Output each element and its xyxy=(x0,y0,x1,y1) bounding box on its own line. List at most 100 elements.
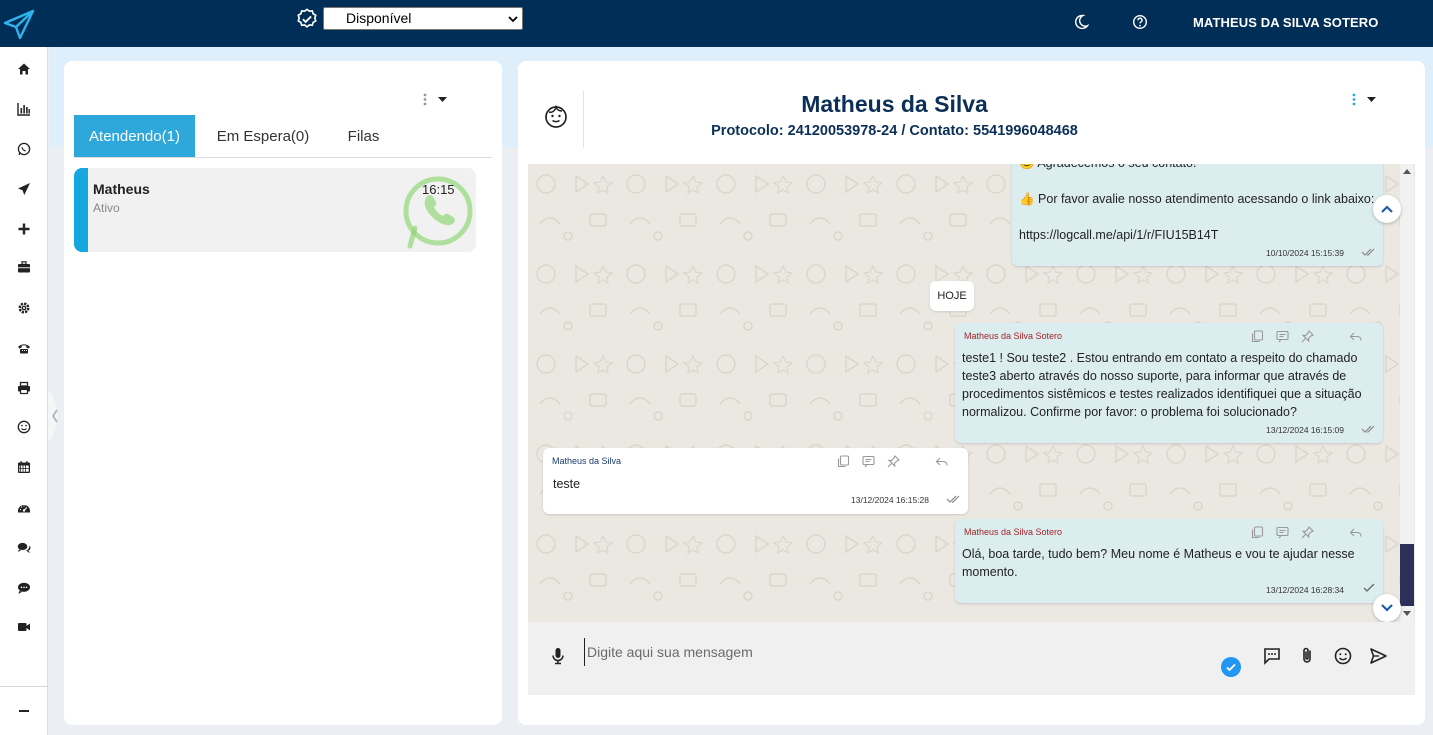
double-check-icon xyxy=(1361,425,1375,433)
sidebar-item-reports[interactable] xyxy=(14,99,34,119)
briefcase-icon xyxy=(18,261,30,273)
scroll-up-arrow-icon[interactable] xyxy=(1403,169,1411,174)
message-input[interactable] xyxy=(584,638,1204,666)
chat-contact-name: Matheus xyxy=(93,181,150,197)
message-timestamp: 13/12/2024 16:15:28 xyxy=(851,495,929,505)
message-timestamp: 13/12/2024 16:28:34 xyxy=(1266,585,1344,595)
message-scrollbar[interactable] xyxy=(1400,164,1414,622)
status-select[interactable]: Disponível xyxy=(323,7,523,30)
panel-collapse-chevron-icon[interactable] xyxy=(48,390,62,442)
message-bubble-outgoing[interactable]: 😊 Agradecemos o seu contato! 👍 Por favor… xyxy=(1012,164,1383,266)
sidebar-item-emoji[interactable] xyxy=(14,417,34,437)
copy-icon[interactable] xyxy=(837,455,850,468)
message-sender: Matheus da Silva Sotero xyxy=(964,527,1063,537)
sidebar-item-phone[interactable] xyxy=(14,338,34,358)
chat-options-menu-icon[interactable] xyxy=(1348,92,1378,108)
user-name[interactable]: MATHEUS DA SILVA SOTERO xyxy=(1193,15,1379,30)
message-bubble-incoming[interactable]: Matheus da Silva teste 13/12/2024 16:15:… xyxy=(543,448,968,514)
tab-atendendo[interactable]: Atendendo(1) xyxy=(74,115,195,157)
comments-icon xyxy=(17,542,31,553)
top-bar: Disponível MATHEUS DA SILVA SOTERO xyxy=(0,0,1433,47)
message-composer xyxy=(528,622,1415,695)
copy-icon[interactable] xyxy=(1251,526,1264,539)
sidebar-item-send[interactable] xyxy=(14,179,34,199)
paper-plane-logo-icon[interactable] xyxy=(3,8,35,40)
message-line: Olá, boa tarde, tudo bem? Meu nome é Mat… xyxy=(962,547,1355,561)
chevron-down-icon xyxy=(508,16,518,23)
quick-reply-icon[interactable] xyxy=(1262,646,1282,666)
scroll-down-arrow-icon[interactable] xyxy=(1403,611,1411,616)
sidebar-item-whatsapp[interactable] xyxy=(14,139,34,159)
message-link[interactable]: https://logcall.me/api/1/r/FIU15B14T xyxy=(1019,226,1218,244)
sidebar-divider xyxy=(0,686,48,687)
message-bubble-outgoing[interactable]: Matheus da Silva Sotero Olá, boa tarde, … xyxy=(955,519,1383,603)
double-check-icon xyxy=(946,495,960,503)
chat-status: Ativo xyxy=(93,201,120,215)
message-line: procedimentos sistêmicos e testes realiz… xyxy=(962,387,1362,401)
protocol-info: Protocolo: 24120053978-24 / Contato: 554… xyxy=(711,123,1078,139)
sidebar-item-add[interactable] xyxy=(14,219,34,239)
message-line: teste3 aberto através do nosso suporte, … xyxy=(962,369,1347,383)
message-actions xyxy=(837,455,957,469)
sidebar-item-briefcase[interactable] xyxy=(14,257,34,277)
message-timestamp: 13/12/2024 16:15:09 xyxy=(1266,425,1344,435)
message-line: momento. xyxy=(962,565,1018,579)
contact-name: Matheus da Silva xyxy=(801,91,988,117)
tab-em-espera[interactable]: Em Espera(0) xyxy=(210,115,316,157)
copy-icon[interactable] xyxy=(1251,330,1264,343)
send-icon[interactable] xyxy=(1368,646,1388,666)
pin-icon[interactable] xyxy=(1301,330,1314,343)
signature-toggle[interactable] xyxy=(1221,657,1241,677)
attachment-icon[interactable] xyxy=(1297,646,1317,666)
help-icon[interactable] xyxy=(1132,14,1148,30)
sidebar-item-home[interactable] xyxy=(14,59,34,79)
whatsapp-icon xyxy=(17,142,31,156)
scroll-to-top-button[interactable] xyxy=(1373,195,1401,223)
phone-icon xyxy=(18,344,30,354)
printer-icon xyxy=(18,381,30,395)
sidebar-item-messages[interactable] xyxy=(14,578,34,598)
scrollbar-thumb[interactable] xyxy=(1400,544,1414,606)
sidebar-item-video[interactable] xyxy=(14,617,34,637)
scroll-to-bottom-button[interactable] xyxy=(1373,594,1401,622)
microphone-icon[interactable] xyxy=(550,647,566,665)
message-timestamp: 10/10/2024 15:15:39 xyxy=(1266,248,1344,258)
home-icon xyxy=(18,63,30,75)
message-list[interactable]: 😊 Agradecemos o seu contato! 👍 Por favor… xyxy=(528,164,1415,622)
reply-icon[interactable] xyxy=(935,455,948,468)
tab-filas[interactable]: Filas xyxy=(336,115,391,157)
pin-icon[interactable] xyxy=(887,455,900,468)
comment-dots-icon xyxy=(18,582,30,594)
message-sender: Matheus da Silva xyxy=(552,456,622,466)
gear-icon xyxy=(18,302,30,314)
calendar-icon xyxy=(18,461,30,473)
chat-time: 16:15 xyxy=(422,182,455,197)
emoji-icon[interactable] xyxy=(1333,646,1353,666)
sidebar xyxy=(0,47,48,735)
conversation-tabs: Atendendo(1) Em Espera(0) Filas xyxy=(74,115,492,158)
check-icon xyxy=(1363,583,1375,592)
message-line: teste xyxy=(553,477,581,491)
more-options-menu-icon[interactable] xyxy=(422,92,452,108)
message-bubble-outgoing[interactable]: Matheus da Silva Sotero teste1 ! Sou tes… xyxy=(955,323,1383,443)
sidebar-item-settings[interactable] xyxy=(14,298,34,318)
reply-icon[interactable] xyxy=(1349,526,1362,539)
reply-icon[interactable] xyxy=(1349,330,1362,343)
conversation-list-panel: Atendendo(1) Em Espera(0) Filas Matheus … xyxy=(64,61,502,725)
sidebar-item-dashboard[interactable] xyxy=(14,498,34,518)
reply-comment-icon[interactable] xyxy=(862,455,875,468)
sidebar-item-print[interactable] xyxy=(14,378,34,398)
moon-icon[interactable] xyxy=(1073,14,1089,30)
chat-list-item[interactable]: Matheus Ativo 16:15 xyxy=(74,168,476,252)
reply-comment-icon[interactable] xyxy=(1276,526,1289,539)
message-actions xyxy=(1251,330,1371,344)
reply-comment-icon[interactable] xyxy=(1276,330,1289,343)
pin-icon[interactable] xyxy=(1301,526,1314,539)
message-actions xyxy=(1251,526,1371,540)
message-line: 😊 Agradecemos o seu contato! xyxy=(1019,164,1196,172)
sidebar-item-chats[interactable] xyxy=(14,538,34,558)
message-line: normalizou. Confirme por favor: o proble… xyxy=(962,405,1297,419)
sidebar-item-calendar[interactable] xyxy=(14,457,34,477)
check-icon xyxy=(1226,663,1236,672)
sidebar-collapse-button[interactable] xyxy=(14,701,34,721)
